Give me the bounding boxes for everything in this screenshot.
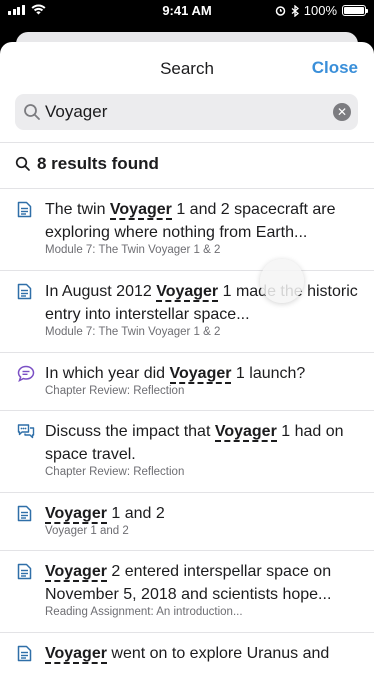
document-icon [17,505,32,527]
close-button[interactable]: Close [312,58,358,78]
divider [0,142,374,143]
bluetooth-icon [291,4,299,17]
result-text-pre: In which year did [45,365,170,382]
result-source: Module 7: The Twin Voyager 1 & 2 [45,244,221,256]
search-bar[interactable]: ✕ [15,94,358,130]
touch-indicator [260,259,304,303]
result-source: Reading Assignment: An introduction... [45,606,243,618]
result-source: Voyager 1 and 2 [45,525,129,537]
result-highlight: Voyager [109,201,172,220]
search-input[interactable] [45,94,325,130]
result-highlight: Voyager [214,423,277,442]
result-text: In which year did Voyager 1 launch? [45,362,363,385]
results-count-label: 8 results found [37,154,159,173]
result-row[interactable]: Discuss the impact that Voyager 1 had on… [0,410,374,492]
result-text-pre: Discuss the impact that [45,423,215,440]
battery-percent: 100% [303,3,337,18]
document-icon [17,645,32,667]
result-highlight: Voyager [45,563,107,582]
result-text-pre: The twin [45,201,110,218]
status-bar: 9:41 AM 100% [0,0,374,22]
clear-icon[interactable]: ✕ [333,103,351,121]
result-text: Voyager went on to explore Uranus and [45,642,363,665]
result-text: Voyager 1 and 2 [45,502,363,525]
discussion-bubbles-icon [17,423,35,445]
document-icon [17,201,32,223]
result-highlight: Voyager [45,645,107,664]
search-icon [24,104,40,120]
result-text: The twin Voyager 1 and 2 spacecraft are … [45,198,363,244]
result-highlight: Voyager [45,505,107,524]
result-row[interactable]: In August 2012 Voyager 1 made the histor… [0,270,374,352]
result-row[interactable]: Voyager 1 and 2 Voyager 1 and 2 [0,492,374,550]
status-right: 100% [275,3,368,18]
result-text: Discuss the impact that Voyager 1 had on… [45,420,363,466]
question-bubble-icon [17,365,35,387]
result-source: Chapter Review: Reflection [45,385,185,397]
result-highlight: Voyager [156,283,219,302]
document-icon [17,283,32,305]
result-row[interactable]: Voyager 2 entered interspellar space on … [0,550,374,632]
result-text-post: 1 launch? [231,365,306,382]
result-text-pre: In August 2012 [45,283,157,300]
result-text: Voyager 2 entered interspellar space on … [45,560,363,606]
result-text: In August 2012 Voyager 1 made the histor… [45,280,363,326]
result-highlight: Voyager [169,365,232,384]
alarm-icon [275,6,285,16]
document-icon [17,563,32,585]
result-row[interactable]: Voyager went on to explore Uranus and [0,632,374,682]
result-source: Chapter Review: Reflection [45,466,185,478]
result-text-post: went on to explore Uranus and [106,645,330,662]
result-row[interactable]: The twin Voyager 1 and 2 spacecraft are … [0,188,374,270]
result-row[interactable]: In which year did Voyager 1 launch? Chapt… [0,352,374,410]
result-text-post: 1 and 2 [106,505,165,522]
battery-icon [342,5,368,16]
search-icon [15,156,30,171]
result-source: Module 7: The Twin Voyager 1 & 2 [45,326,221,338]
search-sheet: Search Close ✕ 8 results found The twin … [0,42,374,682]
results-count: 8 results found [15,154,159,174]
sheet-header: Search Close [0,42,374,94]
